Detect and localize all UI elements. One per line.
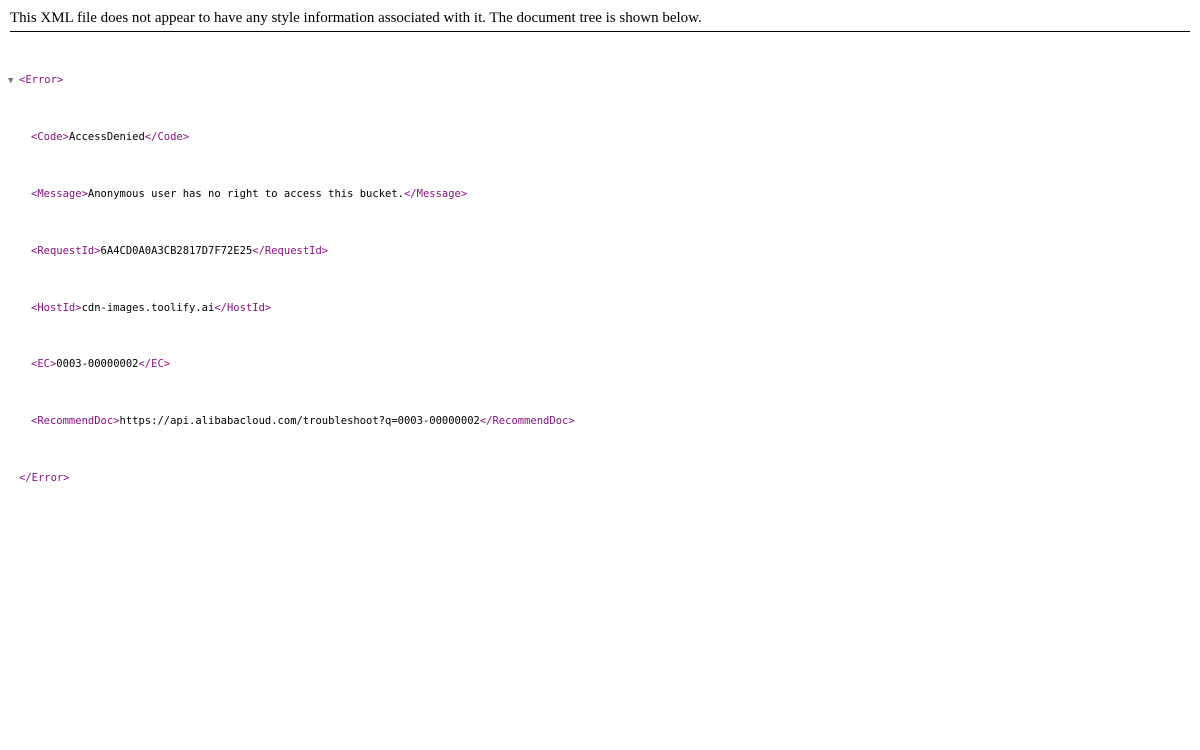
request-id-close-tag: </RequestId> — [252, 244, 329, 257]
collapse-triangle-icon[interactable]: ▼ — [8, 74, 19, 88]
message-close-tag: </Message> — [403, 188, 468, 200]
message-value: Anonymous user has no right to access th… — [87, 188, 404, 200]
tree-node-code: <Code>AccessDenied</Code> — [8, 130, 575, 144]
recommend-doc-close-tag: </RecommendDoc> — [479, 415, 575, 428]
recommend-doc-value: https://api.alibabacloud.com/troubleshoo… — [119, 415, 480, 428]
tree-node-host-id: <HostId>cdn-images.toolify.ai</HostId> — [8, 301, 575, 315]
ec-close-tag: </EC> — [138, 358, 171, 371]
header-divider — [10, 31, 1190, 32]
xml-style-notice: This XML file does not appear to have an… — [10, 10, 702, 26]
host-id-open-tag: <HostId> — [31, 301, 82, 314]
request-id-open-tag: <RequestId> — [31, 244, 101, 257]
host-id-close-tag: </HostId> — [214, 301, 272, 314]
tree-node-ec: <EC>0003-00000002</EC> — [8, 357, 575, 371]
tree-root-close-line: </Error> — [8, 471, 575, 485]
request-id-value: 6A4CD0A0A3CB2817D7F72E25 — [100, 244, 253, 257]
ec-value: 0003-00000002 — [56, 358, 139, 371]
tree-node-recommend-doc: <RecommendDoc>https://api.alibabacloud.c… — [8, 414, 575, 428]
root-open-tag: <Error> — [19, 74, 64, 87]
code-open-tag: <Code> — [31, 131, 69, 144]
ec-open-tag: <EC> — [31, 358, 57, 371]
xml-document-tree: ▼ <Error> <Code>AccessDenied</Code> <Mess… — [8, 45, 575, 499]
host-id-value: cdn-images.toolify.ai — [81, 301, 215, 314]
code-value: AccessDenied — [68, 131, 145, 144]
message-open-tag: <Message> — [31, 188, 88, 200]
recommend-doc-open-tag: <RecommendDoc> — [31, 415, 120, 428]
tree-node-request-id: <RequestId>6A4CD0A0A3CB2817D7F72E25</Req… — [8, 244, 575, 258]
root-close-tag: </Error> — [19, 471, 70, 484]
code-close-tag: </Code> — [144, 131, 190, 144]
tree-node-message: <Message>Anonymous user has no right to … — [8, 187, 575, 201]
tree-root-open-line: ▼ <Error> — [8, 73, 575, 87]
